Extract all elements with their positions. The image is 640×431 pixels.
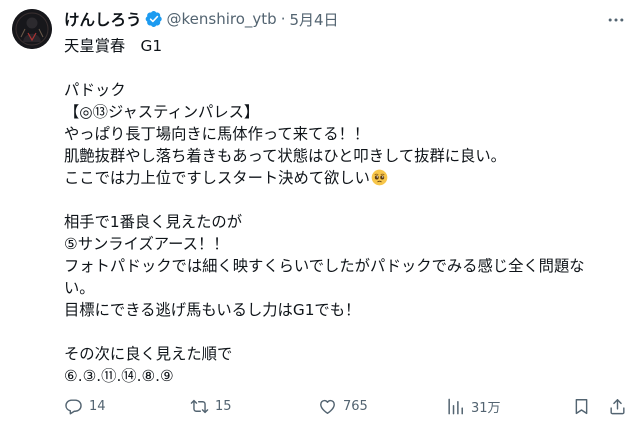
author-handle[interactable]: @kenshiro_ytb [167, 10, 277, 28]
tweet-header: けんしろう @kenshiro_ytb · 5月4日 [64, 8, 339, 30]
avatar-image [12, 9, 52, 49]
text-line: ここでは力上位ですしスタート決めて欲しい [64, 169, 370, 187]
text-line: い。 [64, 279, 95, 297]
reply-button[interactable]: 14 [64, 394, 106, 418]
text-line: 目標にできる逃げ馬もいるし力はG1でも！ [64, 301, 361, 319]
text-line [64, 321, 626, 343]
text-line [64, 57, 626, 79]
share-button[interactable] [608, 394, 627, 418]
bookmark-icon [572, 397, 591, 416]
verified-badge-icon [145, 10, 163, 28]
views-count: 31万 [471, 400, 501, 416]
text-line: 【◎⑬ジャスティンパレス】 [64, 103, 260, 121]
more-options-icon[interactable] [606, 10, 626, 30]
like-count: 765 [343, 398, 368, 414]
text-line [64, 189, 626, 211]
tweet-text: 天皇賞春 G1 パドック 【◎⑬ジャスティンパレス】 やっぱり長丁場向きに馬体作… [64, 35, 626, 387]
retweet-count: 15 [215, 398, 232, 414]
text-line: パドック [64, 81, 126, 99]
heart-icon [318, 397, 337, 416]
text-line: フォトパドックでは細く映すくらいでしたがパドックでみる感じ全く問題な [64, 257, 585, 275]
retweet-icon [190, 397, 209, 416]
text-line: ⑤サンライズアース！！ [64, 235, 229, 253]
share-icon [608, 397, 627, 416]
text-line: 相手で1番良く見えたのが [64, 213, 242, 231]
reply-count: 14 [89, 398, 106, 414]
text-line: 天皇賞春 G1 [64, 37, 163, 55]
text-line: やっぱり長丁場向きに馬体作って来てる！！ [64, 125, 370, 143]
display-name[interactable]: けんしろう [64, 8, 142, 30]
text-line: その次に良く見えた順で [64, 345, 233, 363]
text-line: ⑥.③.⑪.⑭.⑧.⑨ [64, 367, 174, 385]
retweet-button[interactable]: 15 [190, 394, 232, 418]
separator-dot: · [280, 10, 286, 28]
post-date[interactable]: 5月4日 [289, 9, 338, 30]
pleading-face-emoji [371, 169, 388, 186]
bookmark-button[interactable] [572, 394, 591, 418]
like-button[interactable]: 765 [318, 394, 368, 418]
tweet: けんしろう @kenshiro_ytb · 5月4日 天皇賞春 G1 パドック … [0, 0, 640, 431]
views-button[interactable]: 31万 [446, 394, 501, 418]
reply-icon [64, 397, 83, 416]
avatar[interactable] [12, 9, 52, 49]
text-line: 肌艶抜群やし落ち着きもあって状態はひと叩きして抜群に良い。 [64, 147, 506, 165]
text-line-with-emoji: ここでは力上位ですしスタート決めて欲しい [64, 167, 626, 189]
action-bar: 14 15 765 31万 [64, 394, 625, 418]
views-chart-icon [446, 397, 465, 416]
